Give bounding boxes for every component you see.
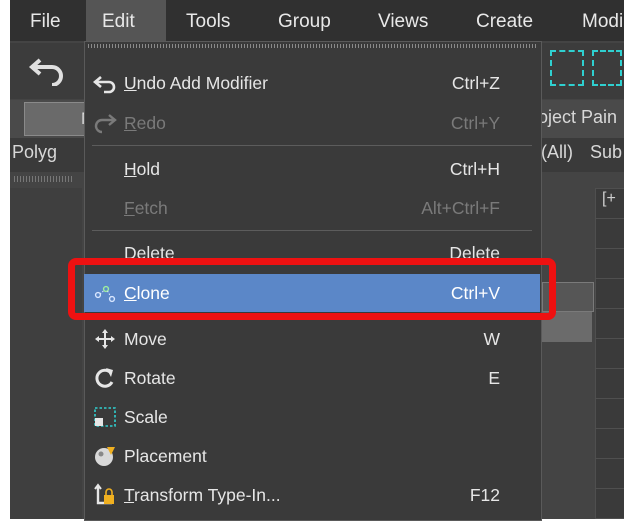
redo-icon (94, 114, 117, 134)
undo-label: ndo Add Modifier (136, 73, 268, 93)
menu-tools[interactable]: Tools (186, 0, 230, 41)
select-window-icon[interactable] (592, 50, 622, 86)
menu-modifiers[interactable]: Modi (582, 0, 623, 41)
placement-icon (95, 447, 115, 466)
menu-item-undo[interactable]: Undo Add Modifier Ctrl+Z (84, 64, 540, 102)
sub-label[interactable]: Sub (590, 142, 622, 163)
viewport[interactable] (595, 188, 624, 519)
menu-item-redo[interactable]: Redo Ctrl+Y (84, 104, 540, 142)
select-region-icon[interactable] (550, 50, 584, 86)
menu-file[interactable]: File (30, 0, 61, 41)
menu-group[interactable]: Group (278, 0, 331, 41)
hold-shortcut: Ctrl+H (449, 159, 500, 179)
menu-views[interactable]: Views (378, 0, 428, 41)
left-panel (10, 188, 82, 519)
hold-label: old (136, 159, 160, 179)
transform-type-in-label: ransform Type-In... (134, 485, 281, 505)
filter-all-label[interactable]: (All) (541, 142, 573, 163)
scale-icon (94, 407, 116, 427)
fetch-shortcut: Alt+Ctrl+F (421, 198, 500, 218)
scale-label: Scale (124, 407, 168, 427)
polygon-modeling-label[interactable]: Polyg (12, 142, 57, 163)
menu-item-hold[interactable]: Hold Ctrl+H (84, 150, 540, 188)
rotate-shortcut: E (488, 368, 500, 388)
undo-icon (92, 76, 116, 94)
menu-bar: File Edit Tools Group Views Create Modi (10, 0, 624, 41)
hold-mnemonic: H (124, 159, 137, 179)
menu-item-rotate[interactable]: Rotate E (84, 359, 540, 397)
undo-mnemonic: U (124, 73, 137, 93)
menu-separator (92, 230, 532, 231)
menu-separator (92, 145, 532, 146)
highlight-annotation-box (68, 258, 556, 320)
transform-type-in-shortcut: F12 (469, 485, 500, 505)
menu-item-placement[interactable]: Placement (84, 437, 540, 475)
undo-shortcut: Ctrl+Z (451, 73, 500, 93)
transform-type-in-icon (94, 483, 114, 505)
rotate-label: Rotate (124, 368, 176, 388)
fetch-mnemonic: F (124, 198, 135, 218)
menu-item-move[interactable]: Move W (84, 320, 540, 358)
menu-item-scale[interactable]: Scale (84, 398, 540, 436)
placement-label: Placement (124, 446, 207, 466)
redo-shortcut: Ctrl+Y (450, 113, 500, 133)
menu-item-transform-type-in[interactable]: Transform Type-In... F12 (84, 476, 540, 514)
menu-item-fetch[interactable]: Fetch Alt+Ctrl+F (84, 189, 540, 227)
fetch-label: etch (134, 198, 168, 218)
undo-icon[interactable] (28, 52, 68, 86)
move-shortcut: W (483, 329, 500, 349)
viewport-label[interactable]: [+ (602, 190, 616, 208)
redo-label: edo (136, 113, 166, 133)
move-label: Move (124, 329, 167, 349)
rotate-icon (95, 368, 114, 388)
ribbon-tab-object-paint[interactable]: oject Pain (538, 107, 617, 128)
menu-create[interactable]: Create (476, 0, 533, 41)
transform-type-in-mnemonic: T (124, 485, 135, 505)
ribbon-tab-modeling[interactable]: M (24, 102, 92, 136)
menu-tearoff-grip (88, 44, 536, 48)
move-icon (95, 329, 115, 349)
menu-edit[interactable]: Edit (86, 0, 166, 41)
redo-mnemonic: R (124, 113, 137, 133)
panel-grip (14, 176, 74, 182)
